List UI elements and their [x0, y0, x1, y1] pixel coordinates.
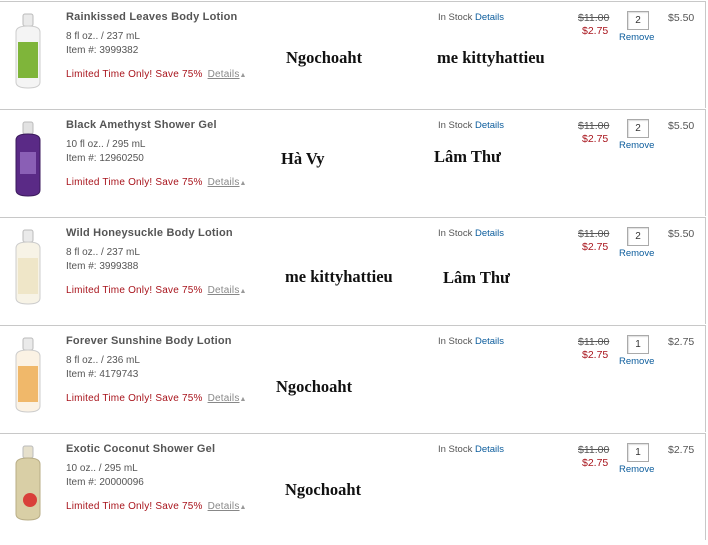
product-size: 8 fl oz.. / 236 mL [66, 355, 140, 366]
overlay-name-left: Ngochoaht [286, 48, 363, 67]
overlay-name-left: Ngochoaht [285, 480, 362, 499]
stock-status: In Stock Details [438, 336, 504, 347]
remove-link[interactable]: Remove [619, 356, 654, 367]
overlay-name-left: me kittyhattieu [285, 267, 393, 286]
promo-label: Limited Time Only! Save 75% [66, 501, 203, 512]
cart-row: Wild Honeysuckle Body Lotion 8 fl oz.. /… [0, 217, 706, 324]
promo-label: Limited Time Only! Save 75% [66, 177, 203, 188]
stock-label: In Stock [438, 228, 473, 239]
stock-details-link[interactable]: Details [475, 120, 504, 131]
promo-label: Limited Time Only! Save 75% [66, 393, 203, 404]
product-item-number: Item #: 12960250 [66, 153, 144, 164]
quantity-input[interactable]: 2 [627, 227, 649, 246]
product-size: 10 oz.. / 295 mL [66, 463, 138, 474]
stock-details-link[interactable]: Details [475, 228, 504, 239]
overlay-name-right: Lâm Thư [443, 268, 510, 287]
remove-link[interactable]: Remove [619, 248, 654, 259]
promo-text: Limited Time Only! Save 75% Details▲ [66, 393, 247, 404]
promo-label: Limited Time Only! Save 75% [66, 285, 203, 296]
bottle-label-swatch [18, 42, 38, 78]
product-name[interactable]: Forever Sunshine Body Lotion [66, 335, 232, 347]
stock-label: In Stock [438, 336, 473, 347]
quantity-input[interactable]: 1 [627, 443, 649, 462]
promo-details-link[interactable]: Details [208, 393, 240, 404]
product-size: 10 fl oz.. / 295 mL [66, 139, 146, 150]
remove-link[interactable]: Remove [619, 32, 654, 43]
stock-label: In Stock [438, 120, 473, 131]
caret-up-icon: ▲ [239, 396, 247, 403]
line-total: $5.50 [668, 12, 695, 24]
promo-details-link[interactable]: Details [208, 177, 240, 188]
bottle-label-swatch [23, 493, 37, 507]
product-item-number: Item #: 20000096 [66, 477, 144, 488]
original-price: $11.00 [578, 228, 610, 240]
stock-details-link[interactable]: Details [475, 336, 504, 347]
sale-price: $2.75 [582, 457, 609, 469]
cart-row: Black Amethyst Shower Gel 10 fl oz.. / 2… [0, 109, 706, 216]
remove-link[interactable]: Remove [619, 464, 654, 475]
bottle-label-swatch [20, 152, 36, 174]
bottle-label-swatch [18, 258, 38, 294]
stock-status: In Stock Details [438, 120, 504, 131]
promo-text: Limited Time Only! Save 75% Details▲ [66, 69, 247, 80]
overlay-name-left: Ngochoaht [276, 377, 353, 396]
cart-row: Exotic Coconut Shower Gel 10 oz.. / 295 … [0, 433, 706, 540]
stock-status: In Stock Details [438, 12, 504, 23]
sale-price: $2.75 [582, 349, 609, 361]
product-bottle-image[interactable] [8, 336, 48, 414]
stock-details-link[interactable]: Details [475, 12, 504, 23]
product-bottle-image[interactable] [8, 120, 48, 198]
cart-row: Forever Sunshine Body Lotion 8 fl oz.. /… [0, 325, 706, 432]
stock-label: In Stock [438, 12, 473, 23]
caret-up-icon: ▲ [239, 180, 247, 187]
stock-status: In Stock Details [438, 444, 504, 455]
product-bottle-image[interactable] [8, 12, 48, 90]
promo-text: Limited Time Only! Save 75% Details▲ [66, 501, 247, 512]
line-total: $5.50 [668, 228, 695, 240]
product-name[interactable]: Exotic Coconut Shower Gel [66, 443, 215, 455]
original-price: $11.00 [578, 120, 610, 132]
stock-status: In Stock Details [438, 228, 504, 239]
promo-details-link[interactable]: Details [208, 285, 240, 296]
product-name[interactable]: Black Amethyst Shower Gel [66, 119, 217, 131]
original-price: $11.00 [578, 12, 610, 24]
overlay-name-left: Hà Vy [281, 149, 325, 168]
sale-price: $2.75 [582, 25, 609, 37]
cart-row: Rainkissed Leaves Body Lotion 8 fl oz.. … [0, 1, 706, 108]
promo-details-link[interactable]: Details [208, 69, 240, 80]
line-total: $2.75 [668, 444, 695, 456]
bottle-label-swatch [18, 366, 38, 402]
line-total: $5.50 [668, 120, 695, 132]
product-bottle-image[interactable] [8, 228, 48, 306]
original-price: $11.00 [578, 336, 610, 348]
caret-up-icon: ▲ [239, 72, 247, 79]
promo-label: Limited Time Only! Save 75% [66, 69, 203, 80]
promo-text: Limited Time Only! Save 75% Details▲ [66, 177, 247, 188]
caret-up-icon: ▲ [239, 288, 247, 295]
product-bottle-image[interactable] [8, 444, 48, 522]
stock-label: In Stock [438, 444, 473, 455]
quantity-input[interactable]: 2 [627, 11, 649, 30]
quantity-input[interactable]: 1 [627, 335, 649, 354]
line-total: $2.75 [668, 336, 695, 348]
remove-link[interactable]: Remove [619, 140, 654, 151]
overlay-name-right: me kittyhattieu [437, 48, 545, 67]
overlay-name-right: Lâm Thư [434, 147, 501, 166]
quantity-input[interactable]: 2 [627, 119, 649, 138]
stock-details-link[interactable]: Details [475, 444, 504, 455]
product-item-number: Item #: 3999388 [66, 261, 139, 272]
product-item-number: Item #: 3999382 [66, 45, 139, 56]
original-price: $11.00 [578, 444, 610, 456]
product-name[interactable]: Rainkissed Leaves Body Lotion [66, 11, 237, 23]
sale-price: $2.75 [582, 241, 609, 253]
promo-details-link[interactable]: Details [208, 501, 240, 512]
product-size: 8 fl oz.. / 237 mL [66, 247, 140, 258]
sale-price: $2.75 [582, 133, 609, 145]
product-item-number: Item #: 4179743 [66, 369, 139, 380]
caret-up-icon: ▲ [239, 504, 247, 511]
product-size: 8 fl oz.. / 237 mL [66, 31, 140, 42]
product-name[interactable]: Wild Honeysuckle Body Lotion [66, 227, 233, 239]
promo-text: Limited Time Only! Save 75% Details▲ [66, 285, 247, 296]
